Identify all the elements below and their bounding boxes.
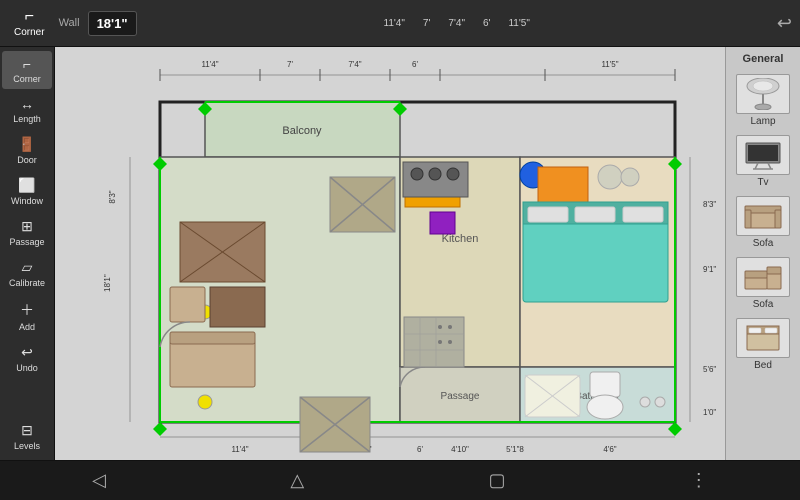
main-area: ⌐ Corner ↔ Length 🚪 Door ⬜ Window ⊞ Pass…	[0, 47, 800, 460]
levels-label: Levels	[14, 441, 40, 451]
svg-text:11'4": 11'4"	[231, 445, 248, 454]
length-icon: ↔	[20, 96, 34, 112]
passage-icon: ⊞	[21, 218, 33, 235]
sofa1-icon	[736, 196, 790, 236]
floorplan-svg: 11'4" 7' 7'4" 6' 11'5" Balcony Living Ki…	[55, 47, 725, 460]
floorplan-area[interactable]: 11'4" 7' 7'4" 6' 11'5" Balcony Living Ki…	[55, 47, 725, 460]
furniture-item-sofa2[interactable]: Sofa	[728, 254, 798, 313]
wall-value: 18'1"	[88, 11, 137, 36]
right-sidebar-header: General	[743, 53, 784, 65]
bottom-nav: ◁ △ ▢ ⋮	[0, 460, 800, 500]
sidebar-calibrate[interactable]: ⏥ Calibrate	[2, 254, 52, 293]
bed-label: Bed	[754, 360, 772, 371]
sofa2-icon	[736, 257, 790, 297]
svg-text:5'1"8: 5'1"8	[506, 445, 524, 454]
bed-icon	[736, 318, 790, 358]
svg-text:9'1": 9'1"	[703, 265, 716, 274]
tv-icon	[736, 135, 790, 175]
svg-text:6': 6'	[417, 445, 423, 454]
svg-text:8'3": 8'3"	[108, 190, 117, 203]
right-sidebar: General Lamp	[725, 47, 800, 460]
svg-text:Balcony: Balcony	[282, 125, 322, 137]
svg-text:11'4": 11'4"	[201, 60, 218, 69]
furniture-item-tv[interactable]: Tv	[728, 132, 798, 191]
window-icon: ⬜	[18, 177, 35, 194]
top-dimensions: 11'4" 7' 7'4" 6' 11'5"	[145, 18, 769, 29]
lamp-icon	[736, 74, 790, 114]
svg-text:6': 6'	[412, 60, 418, 69]
sidebar-passage[interactable]: ⊞ Passage	[2, 213, 52, 252]
more-button[interactable]: ⋮	[678, 466, 720, 495]
door-icon: 🚪	[18, 136, 35, 153]
lamp-label: Lamp	[750, 116, 775, 127]
svg-text:Passage: Passage	[441, 391, 480, 402]
svg-text:7': 7'	[287, 60, 293, 69]
sidebar-corner[interactable]: ⌐ Corner	[2, 51, 52, 89]
corner-tool-label: Corner	[13, 74, 41, 84]
sidebar-door[interactable]: 🚪 Door	[2, 131, 52, 170]
recent-button[interactable]: ▢	[476, 466, 517, 495]
sidebar-length[interactable]: ↔ Length	[2, 91, 52, 129]
sidebar-window[interactable]: ⬜ Window	[2, 172, 52, 211]
length-label: Length	[13, 114, 41, 124]
svg-text:11'5": 11'5"	[601, 60, 618, 69]
home-button[interactable]: △	[278, 466, 316, 495]
corner-button[interactable]: ⌐ Corner	[8, 4, 51, 42]
top-toolbar: ⌐ Corner Wall 18'1" 11'4" 7' 7'4" 6' 11'…	[0, 0, 800, 47]
sidebar-add[interactable]: ＋ Add	[2, 295, 52, 337]
furniture-item-sofa1[interactable]: Sofa	[728, 193, 798, 252]
undo-icon: ↩	[21, 344, 33, 361]
svg-text:4'10": 4'10"	[451, 445, 469, 454]
undo-label: Undo	[16, 363, 38, 373]
sofa1-label: Sofa	[753, 238, 774, 249]
svg-text:1'0": 1'0"	[703, 408, 716, 417]
passage-label: Passage	[9, 237, 44, 247]
svg-text:5'6": 5'6"	[703, 365, 716, 374]
corner-label: Corner	[14, 27, 45, 38]
corner-tool-icon: ⌐	[23, 56, 31, 72]
svg-text:8'3": 8'3"	[703, 200, 716, 209]
calibrate-label: Calibrate	[9, 278, 45, 288]
window-label: Window	[11, 196, 43, 206]
left-sidebar: ⌐ Corner ↔ Length 🚪 Door ⬜ Window ⊞ Pass…	[0, 47, 55, 460]
back-arrow-icon: ↩	[777, 13, 792, 34]
door-label: Door	[17, 155, 37, 165]
corner-icon: ⌐	[25, 8, 34, 26]
add-label: Add	[19, 322, 35, 332]
tv-label: Tv	[757, 177, 768, 188]
back-button[interactable]: ◁	[80, 466, 118, 495]
calibrate-icon: ⏥	[22, 259, 33, 276]
svg-text:4'6": 4'6"	[603, 445, 616, 454]
svg-text:Kitchen: Kitchen	[442, 233, 479, 245]
sidebar-levels[interactable]: ⊟ Levels	[2, 417, 52, 456]
furniture-item-bed[interactable]: Bed	[728, 315, 798, 374]
sofa2-label: Sofa	[753, 299, 774, 310]
svg-text:7'4": 7'4"	[348, 60, 361, 69]
furniture-item-lamp[interactable]: Lamp	[728, 71, 798, 130]
sidebar-undo[interactable]: ↩ Undo	[2, 339, 52, 378]
svg-text:18'1": 18'1"	[103, 274, 112, 292]
levels-icon: ⊟	[21, 422, 33, 439]
wall-label: Wall	[59, 17, 80, 29]
add-icon: ＋	[20, 300, 34, 320]
